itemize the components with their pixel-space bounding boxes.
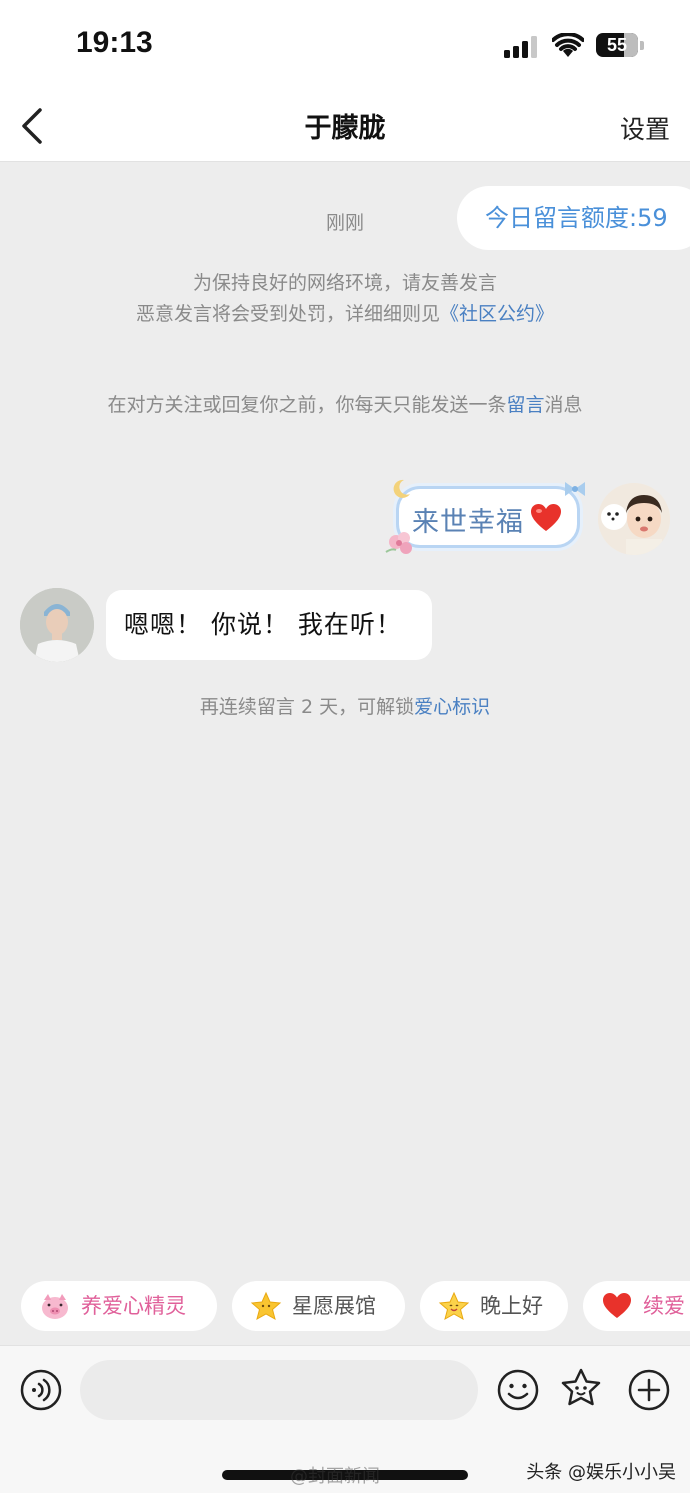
contact-avatar[interactable] [20,588,94,662]
received-message-bubble[interactable]: 嗯嗯！ 你说！ 我在听！ [106,590,432,660]
community-notice: 为保持良好的网络环境，请友善发言 恶意发言将会受到处罚，详细细则见《社区公约》 [0,268,690,330]
quick-reply-row: 养爱心精灵 星愿展馆 晚上好 续爱 [0,1281,690,1331]
notice-line-2-text: 恶意发言将会受到处罚，详细细则见 [135,303,440,325]
watermark-center: @封面新闻 [290,1466,380,1487]
cellular-signal-icon [504,36,537,58]
my-avatar[interactable] [598,483,670,555]
plus-icon[interactable] [628,1369,670,1411]
nav-bar: 于朦胧 设置 [0,90,690,162]
quick-reply-chip[interactable]: 晚上好 [420,1281,568,1331]
quick-reply-label: 星愿展馆 [292,1294,376,1318]
red-heart-icon [531,504,561,531]
status-bar: 19:13 55 [0,0,690,90]
battery-level: 55 [606,35,628,55]
emoji-icon[interactable] [496,1368,540,1412]
pink-pig-icon [42,1294,68,1319]
quick-reply-chip[interactable]: 星愿展馆 [232,1281,405,1331]
star-icon[interactable] [558,1366,604,1412]
yellow-star-icon [250,1291,282,1321]
streak-prefix: 再连续留言 2 天，可解锁 [199,696,415,718]
notice-line-2: 恶意发言将会受到处罚，详细细则见《社区公约》 [0,299,690,330]
heart-badge-link[interactable]: 爱心标识 [414,696,490,718]
battery-icon: 55 [596,33,638,57]
settings-button[interactable]: 设置 [620,110,670,146]
sent-sticker-message[interactable]: 来世幸福 [382,478,592,560]
red-heart-icon [603,1293,631,1318]
quick-reply-chip[interactable]: 续爱 [583,1281,690,1331]
community-rules-link[interactable]: 《社区公约》 [440,303,554,325]
moon-decoration-icon [393,479,410,498]
chat-timestamp: 刚刚 [325,212,364,234]
quick-reply-label: 晚上好 [480,1294,543,1318]
quick-reply-label: 续爱 [643,1294,685,1318]
bow-decoration-icon [565,482,585,496]
streak-notice: 再连续留言 2 天，可解锁爱心标识 [0,692,690,719]
limit-suffix: 消息 [544,394,583,416]
quick-reply-label: 养爱心精灵 [81,1294,186,1318]
status-time: 19:13 [76,26,153,59]
daily-limit-notice: 在对方关注或回复你之前，你每天只能发送一条留言消息 [0,390,690,417]
child-with-dog-avatar-icon [598,483,670,555]
voice-icon[interactable] [20,1369,62,1411]
wifi-icon [552,33,584,57]
quick-reply-chip[interactable]: 养爱心精灵 [21,1281,217,1331]
flower-decoration-icon [385,532,412,554]
message-input[interactable] [80,1360,478,1420]
smiling-star-icon [438,1291,470,1321]
notice-line-1: 为保持良好的网络环境，请友善发言 [192,272,497,294]
page-title: 于朦胧 [304,113,386,144]
sticker-text: 来世幸福 [412,507,524,538]
young-man-avatar-icon [20,588,94,662]
message-link[interactable]: 留言 [506,394,544,416]
limit-prefix: 在对方关注或回复你之前，你每天只能发送一条 [107,394,507,416]
battery-tip [640,41,644,50]
watermark-right: 头条 @娱乐小小吴 [526,1462,676,1483]
